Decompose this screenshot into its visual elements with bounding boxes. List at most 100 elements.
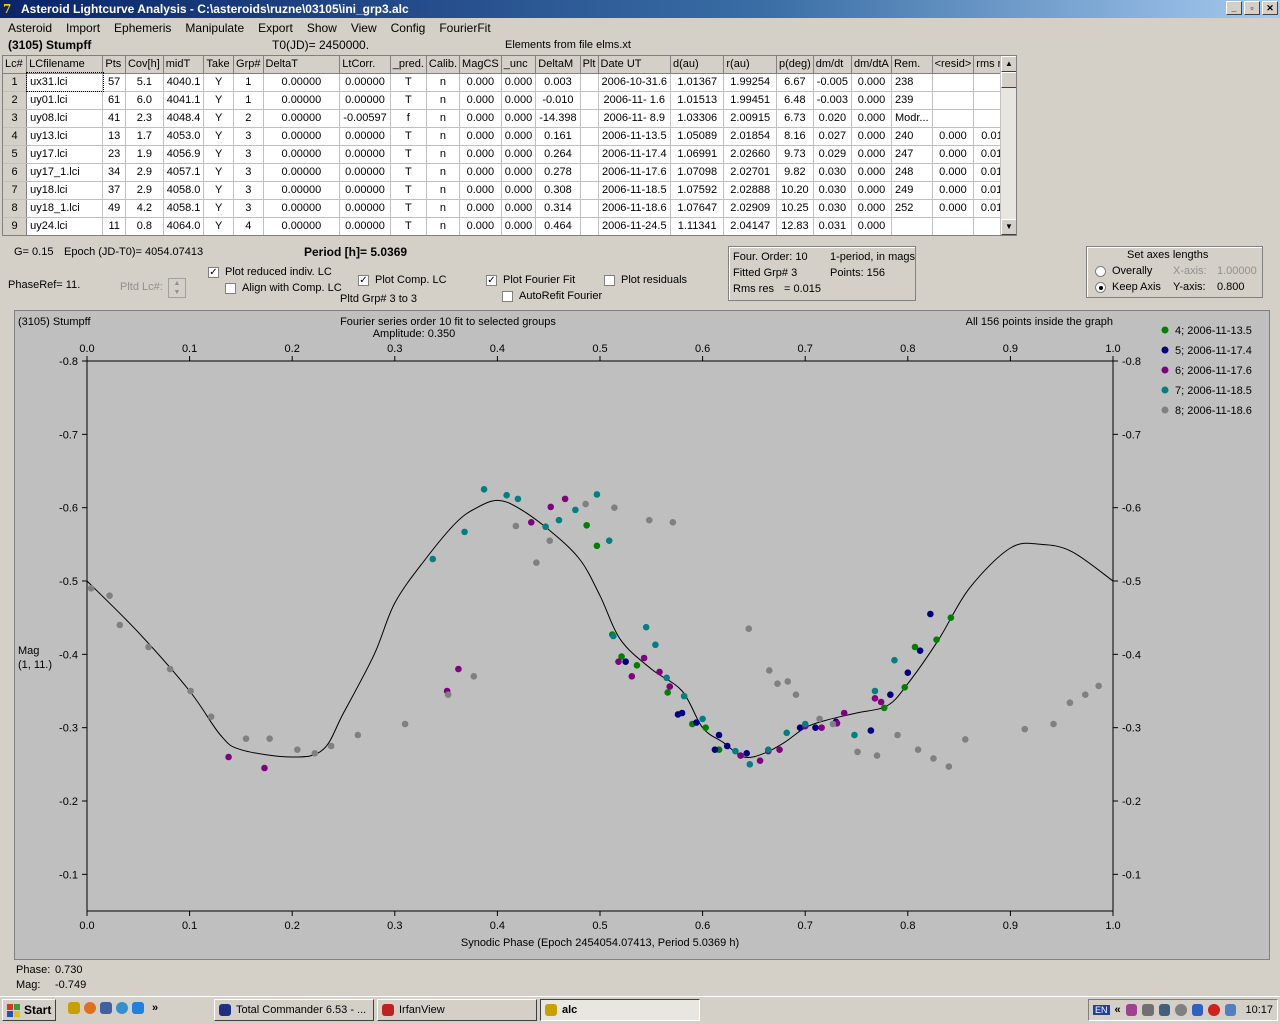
scroll-up-button[interactable]: ▲ [1001,56,1016,72]
table-cell[interactable]: 0.000 [459,73,502,92]
table-cell[interactable]: 2 [233,109,264,128]
table-cell[interactable]: Y [203,199,235,218]
table-cell[interactable]: 10.25 [776,199,814,218]
plot-residuals-checkbox[interactable]: Plot residuals [604,274,687,286]
table-cell[interactable]: 0.000 [501,145,537,164]
table-cell[interactable]: 0.000 [851,91,892,110]
table-cell[interactable] [580,91,599,110]
table-cell[interactable]: -14.398 [535,109,581,128]
table-cell[interactable]: 0.000 [501,91,537,110]
table-cell[interactable]: T [390,145,427,164]
plot-comp-checkbox[interactable]: ✓ Plot Comp. LC [358,274,447,286]
table-cell[interactable]: 61 [102,91,126,110]
table-cell[interactable]: 0.030 [813,199,852,218]
table-cell[interactable]: 0.000 [932,181,975,200]
table-cell[interactable]: uy18_1.lci [26,199,104,218]
table-cell[interactable]: 1.99451 [723,91,777,110]
menu-ephemeris[interactable]: Ephemeris [107,21,178,35]
table-cell[interactable]: 1.11341 [670,217,725,235]
overally-radio-dot[interactable] [1095,265,1106,277]
table-cell[interactable]: 252 [891,199,933,218]
table-row[interactable]: 5 uy17.lci 23 1.9 4056.9 Y 3 0.00000 0.00000 Tn 0.… [3,145,1016,164]
tray-icon-5[interactable] [1191,1004,1204,1016]
tray-icon-1[interactable] [1125,1004,1138,1016]
app-quicklaunch-icon[interactable] [68,1002,80,1014]
menu-manipulate[interactable]: Manipulate [178,21,251,35]
table-cell[interactable]: 0.000 [459,127,502,146]
table-cell[interactable]: 247 [891,145,933,164]
table-cell[interactable]: 1.99254 [723,73,777,92]
table-cell[interactable]: 2006-11-18.5 [598,181,672,200]
table-cell[interactable]: 2006-11- 8.9 [598,109,672,128]
table-cell[interactable]: 57 [102,73,126,92]
table-cell[interactable]: 0.464 [535,217,581,235]
table-cell[interactable]: 0.00000 [263,145,341,164]
table-cell[interactable]: 0.00000 [339,73,391,92]
column-header[interactable]: dm/dt [813,56,852,74]
table-cell[interactable]: 0.000 [851,127,892,146]
table-cell[interactable]: 0.00000 [339,199,391,218]
table-cell[interactable]: 3 [233,181,264,200]
table-cell[interactable]: n [426,217,461,235]
column-header[interactable]: midT [163,56,205,74]
table-cell[interactable]: 0.000 [851,145,892,164]
table-cell[interactable]: 2006-11-17.4 [598,145,672,164]
column-header[interactable]: Grp# [233,56,264,74]
explorer-icon[interactable] [100,1002,112,1014]
table-cell[interactable]: T [390,91,427,110]
table-cell[interactable]: 0.00000 [339,217,391,235]
table-cell[interactable]: 0.264 [535,145,581,164]
table-cell[interactable] [932,217,975,235]
table-cell[interactable]: Modr... [891,109,933,128]
table-cell[interactable]: 0.030 [813,163,852,182]
table-cell[interactable]: n [426,181,461,200]
table-cell[interactable]: 0.000 [501,181,537,200]
menu-fourierfit[interactable]: FourierFit [432,21,497,35]
table-cell[interactable]: 0.029 [813,145,852,164]
table-cell[interactable]: Y [203,73,235,92]
table-cell[interactable]: 4064.0 [163,217,205,235]
table-cell[interactable]: 0.00000 [263,109,341,128]
table-cell[interactable]: 12.83 [776,217,814,235]
table-cell[interactable]: uy08.lci [26,109,104,128]
table-cell[interactable]: T [390,217,427,235]
column-header[interactable]: Take [203,56,235,74]
table-cell[interactable]: 0.000 [932,145,975,164]
table-cell[interactable]: 0.003 [535,73,581,92]
table-cell[interactable]: 0.000 [459,91,502,110]
menu-asteroid[interactable]: Asteroid [1,21,59,35]
table-cell[interactable]: 248 [891,163,933,182]
table-cell[interactable]: 2.3 [125,109,164,128]
table-cell[interactable]: 41 [102,109,126,128]
align-comp-checkbox[interactable]: Align with Comp. LC [225,282,342,294]
table-cell[interactable]: uy17_1.lci [26,163,104,182]
table-cell[interactable]: 0.00000 [339,127,391,146]
table-cell[interactable]: 2.04147 [723,217,777,235]
table-row[interactable]: 8 uy18_1.lci 49 4.2 4058.1 Y 3 0.00000 0.00000 Tn… [3,199,1016,218]
table-cell[interactable]: Y [203,217,235,235]
table-cell[interactable]: -0.00597 [339,109,391,128]
table-cell[interactable]: 2006-11-17.6 [598,163,672,182]
menu-view[interactable]: View [344,21,384,35]
plot-svg[interactable]: 0.0 0.0 0.1 0.1 0.2 0.2 0.3 0.3 0.4 0.4 0.5 0.5 0.6 0… [15,311,1269,959]
column-header[interactable]: Calib. [426,56,461,74]
table-row[interactable]: 2 uy01.lci 61 6.0 4041.1 Y 1 0.00000 0.00000 Tn 0.… [3,91,1016,110]
table-cell[interactable]: 2.01854 [723,127,777,146]
table-cell[interactable]: 3 [233,199,264,218]
menu-export[interactable]: Export [251,21,300,35]
column-header[interactable]: Date UT [598,56,672,74]
table-cell[interactable]: 1 [233,73,264,92]
table-cell[interactable]: 6.67 [776,73,814,92]
column-header[interactable]: Plt [580,56,599,74]
table-cell[interactable]: 0.020 [813,109,852,128]
align-comp-check[interactable] [225,282,236,294]
table-cell[interactable]: 1.06991 [670,145,725,164]
table-cell[interactable]: uy01.lci [26,91,104,110]
table-cell[interactable]: T [390,73,427,92]
table-cell[interactable]: -0.003 [813,91,852,110]
table-cell[interactable]: 0.000 [851,109,892,128]
column-header[interactable]: p(deg) [776,56,814,74]
lightcurve-table[interactable]: Lc# LCfilename Pts Cov[h] midT Take Grp# DeltaT… [2,55,1017,236]
table-cell[interactable]: 1.05089 [670,127,725,146]
table-cell[interactable]: 0.000 [501,73,537,92]
